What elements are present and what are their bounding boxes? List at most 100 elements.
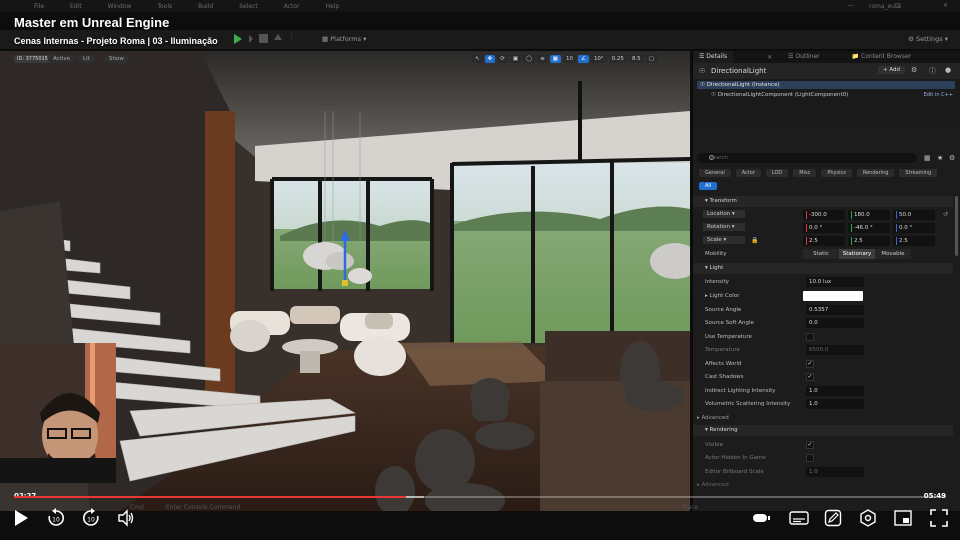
- rotation-y[interactable]: -46.0 °: [848, 223, 890, 233]
- mobility-static[interactable]: Static: [803, 249, 839, 259]
- menu-actor[interactable]: Actor: [284, 3, 300, 10]
- viewport-mode-pill[interactable]: Active: [48, 55, 76, 63]
- play-icon[interactable]: [234, 34, 243, 44]
- menu-select[interactable]: Select: [239, 3, 258, 10]
- lit-mode-pill[interactable]: Lit: [78, 55, 95, 63]
- rewind-10-button[interactable]: 10: [45, 507, 67, 529]
- filter-physics[interactable]: Physics: [821, 169, 852, 177]
- platforms-button[interactable]: ▦ Platforms ▾: [322, 35, 366, 43]
- intensity-field[interactable]: 10.0 lux: [806, 277, 864, 287]
- playback-speed-button[interactable]: [752, 507, 772, 529]
- filter-streaming[interactable]: Streaming: [899, 169, 938, 177]
- more-icon[interactable]: ⋮: [288, 34, 297, 43]
- soft-angle-field[interactable]: 0.0: [806, 318, 864, 328]
- table-view-icon[interactable]: ▦: [924, 154, 931, 162]
- rotation-snap-icon[interactable]: ∠: [578, 55, 589, 63]
- location-z[interactable]: 50.0: [893, 210, 935, 220]
- video-progress-bar[interactable]: [14, 496, 946, 498]
- scale-dropdown[interactable]: Scale ▾: [703, 236, 745, 244]
- scale-snap-value[interactable]: 0.25: [608, 55, 627, 63]
- tab-content-browser[interactable]: 📁 Content Browser: [846, 51, 917, 63]
- grid-snap-icon[interactable]: ▦: [549, 55, 561, 63]
- search-input[interactable]: Search: [709, 155, 728, 161]
- location-y[interactable]: 180.0: [848, 210, 890, 220]
- affects-world-checkbox[interactable]: ✓: [806, 360, 814, 368]
- source-angle-field[interactable]: 0.5357: [806, 305, 864, 315]
- surface-snap-icon[interactable]: ≡: [537, 55, 548, 63]
- favorite-icon[interactable]: ★: [937, 154, 943, 162]
- stop-icon[interactable]: [259, 34, 268, 43]
- details-scrollbar[interactable]: [955, 196, 958, 256]
- reset-icon[interactable]: ↺: [943, 211, 948, 218]
- close-icon[interactable]: ✕: [943, 2, 948, 9]
- indirect-field[interactable]: 1.0: [806, 386, 864, 396]
- rotate-mode-icon[interactable]: ⟳: [497, 55, 508, 63]
- rendering-section[interactable]: ▾ Rendering: [693, 425, 953, 436]
- edit-cpp-link[interactable]: Edit in C++: [924, 92, 953, 98]
- filter-lod[interactable]: LOD: [765, 169, 789, 177]
- transform-section[interactable]: ▾ Transform: [693, 196, 953, 207]
- select-mode-icon[interactable]: ↖: [472, 55, 483, 63]
- maximize-viewport-icon[interactable]: ▢: [645, 55, 657, 63]
- close-tab-icon[interactable]: ✕: [767, 54, 772, 61]
- filter-actor[interactable]: Actor: [735, 169, 761, 177]
- menu-help[interactable]: Help: [326, 3, 340, 10]
- scale-mode-icon[interactable]: ▣: [509, 55, 522, 63]
- help-icon[interactable]: ⓘ: [929, 66, 936, 76]
- captions-button[interactable]: [788, 507, 810, 529]
- tab-outliner[interactable]: ☰ Outliner: [782, 51, 825, 63]
- translate-mode-icon[interactable]: ✥: [484, 55, 496, 63]
- menu-file[interactable]: File: [34, 3, 44, 10]
- rotation-snap-value[interactable]: 10°: [590, 55, 607, 63]
- rotation-z[interactable]: 0.0 °: [893, 223, 935, 233]
- light-color-swatch[interactable]: [803, 291, 863, 301]
- billboard-field[interactable]: 1.0: [806, 467, 864, 477]
- picture-in-picture-button[interactable]: [892, 507, 914, 529]
- hidden-in-game-checkbox[interactable]: [806, 454, 814, 462]
- menu-window[interactable]: Window: [108, 3, 132, 10]
- settings-icon[interactable]: ⚙: [949, 154, 955, 162]
- scale-z[interactable]: 2.5: [893, 236, 935, 246]
- visible-checkbox[interactable]: ✓: [806, 441, 814, 449]
- settings-button[interactable]: ⚙ Settings ▾: [908, 35, 948, 43]
- mobility-movable[interactable]: Movable: [875, 249, 911, 259]
- grid-snap-value[interactable]: 10: [563, 55, 576, 63]
- volume-button[interactable]: [115, 507, 137, 529]
- maximize-icon[interactable]: □: [895, 2, 901, 9]
- filter-rendering[interactable]: Rendering: [856, 169, 895, 177]
- light-section[interactable]: ▾ Light: [693, 263, 953, 274]
- component-item[interactable]: ☉ DirectionalLightComponent (LightCompon…: [711, 92, 848, 98]
- notes-button[interactable]: [822, 507, 844, 529]
- menu-build[interactable]: Build: [198, 3, 213, 10]
- lock-icon[interactable]: ●: [945, 66, 951, 74]
- rotation-x[interactable]: 0.0 °: [803, 223, 845, 233]
- volumetric-field[interactable]: 1.0: [806, 399, 864, 409]
- play-button[interactable]: [10, 507, 32, 529]
- show-pill[interactable]: Show: [104, 55, 129, 63]
- details-search[interactable]: Search: [697, 153, 917, 163]
- settings-button[interactable]: [857, 507, 879, 529]
- light-advanced-row[interactable]: ▸ Advanced: [693, 412, 953, 425]
- scale-y[interactable]: 2.5: [848, 236, 890, 246]
- next-frame-icon[interactable]: [249, 35, 253, 43]
- lock-scale-icon[interactable]: 🔒: [751, 237, 758, 244]
- rendering-advanced-row[interactable]: ▸ Advanced: [693, 479, 953, 492]
- filter-general[interactable]: General: [699, 169, 731, 177]
- blueprint-icon[interactable]: ⚙: [911, 66, 917, 74]
- rotation-dropdown[interactable]: Rotation ▾: [703, 223, 745, 231]
- temperature-field[interactable]: 6500.0: [806, 345, 864, 355]
- menu-tools[interactable]: Tools: [157, 3, 172, 10]
- use-temp-checkbox[interactable]: [806, 333, 814, 341]
- camera-speed-value[interactable]: 8.5: [628, 55, 644, 63]
- scale-x[interactable]: 2.5: [803, 236, 845, 246]
- mobility-stationary[interactable]: Stationary: [839, 249, 875, 259]
- menu-edit[interactable]: Edit: [70, 3, 82, 10]
- light-color-label[interactable]: ▸ Light Color: [705, 293, 739, 299]
- minimize-icon[interactable]: —: [847, 2, 853, 9]
- eject-icon[interactable]: [274, 34, 282, 40]
- filter-misc[interactable]: Misc: [793, 169, 817, 177]
- actor-name[interactable]: DirectionalLight: [711, 67, 766, 75]
- filter-all[interactable]: All: [699, 182, 718, 190]
- location-x[interactable]: -300.0: [803, 210, 845, 220]
- fullscreen-button[interactable]: [928, 507, 950, 529]
